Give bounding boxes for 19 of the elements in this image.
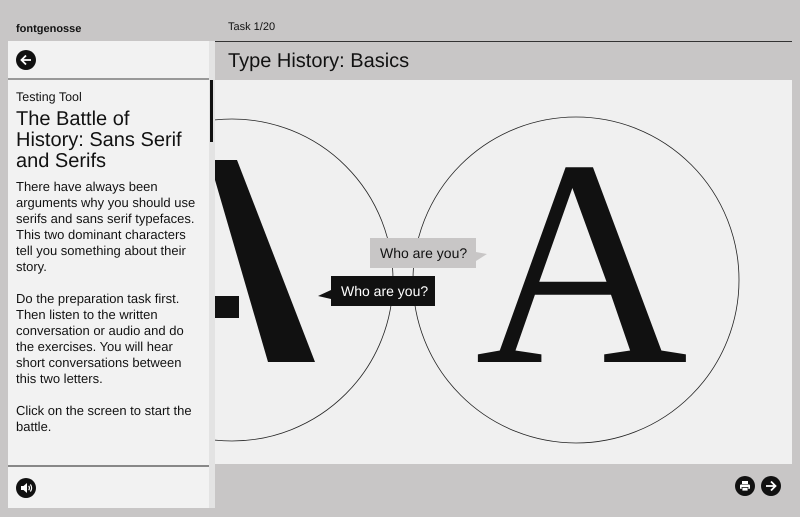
speaker-icon <box>20 482 32 494</box>
instruction-paragraph: Do the preparation task first. Then listen to the written conversation or audio and do the exercises. You will hear short conversations between this two letters. <box>16 290 185 387</box>
arrow-right-icon <box>765 480 777 492</box>
speech-bubble: Who are you? <box>318 276 435 306</box>
scrollbar-thumb[interactable] <box>210 80 213 142</box>
lesson-heading: The Battle of History: Sans Serif and Serifs <box>16 108 183 172</box>
instruction-paragraph: Click on the screen to start the battle. <box>16 402 193 435</box>
arrow-left-icon <box>20 54 32 66</box>
next-button[interactable] <box>761 476 781 496</box>
printer-icon <box>739 480 751 492</box>
scrollbar[interactable] <box>209 41 215 508</box>
brand-name: fontgenosse <box>15 22 82 37</box>
instruction-paragraph: There have always been arguments why you should use serifs and sans serif typefaces. This two dominant characters tell you something about their story. <box>16 178 196 275</box>
section-label: Testing Tool <box>16 89 83 106</box>
speech-bubble: Who are you? <box>370 238 487 268</box>
task-counter: Task 1/20 <box>227 20 276 35</box>
print-button[interactable] <box>735 476 755 496</box>
back-button[interactable] <box>16 50 36 70</box>
sound-button[interactable] <box>16 478 36 498</box>
